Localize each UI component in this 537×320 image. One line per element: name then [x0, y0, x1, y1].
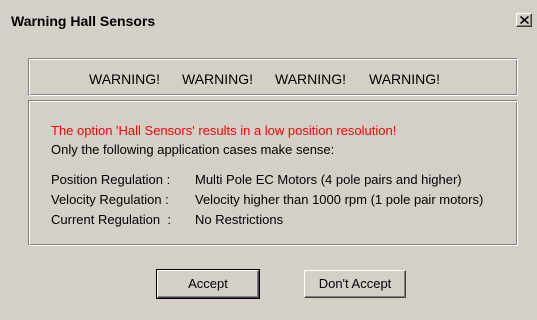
warning-text: WARNING!: [182, 71, 254, 87]
warning-text: WARNING!: [275, 71, 347, 87]
intro-message: Only the following application cases mak…: [51, 142, 335, 157]
case-label-velocity: Velocity Regulation :: [51, 192, 169, 207]
case-label-position: Position Regulation :: [51, 172, 171, 187]
warning-text: WARNING!: [369, 71, 441, 87]
dont-accept-button[interactable]: Don't Accept: [304, 270, 406, 298]
case-value-position: Multi Pole EC Motors (4 pole pairs and h…: [195, 172, 462, 187]
warning-text: WARNING!: [89, 71, 161, 87]
close-button[interactable]: [516, 13, 532, 27]
title-bar[interactable]: Warning Hall Sensors: [0, 10, 537, 32]
case-value-velocity: Velocity higher than 1000 rpm (1 pole pa…: [195, 192, 484, 207]
warning-banner: WARNING! WARNING! WARNING! WARNING!: [28, 58, 518, 96]
close-icon: [520, 16, 529, 24]
accept-button[interactable]: Accept: [156, 269, 260, 299]
alert-message: The option 'Hall Sensors' results in a l…: [51, 123, 397, 138]
info-panel: The option 'Hall Sensors' results in a l…: [28, 100, 518, 246]
case-label-current: Current Regulation :: [51, 212, 171, 227]
case-value-current: No Restrictions: [195, 212, 284, 227]
window-title: Warning Hall Sensors: [11, 13, 156, 29]
warning-dialog: Warning Hall Sensors WARNING! WARNING! W…: [0, 0, 537, 320]
